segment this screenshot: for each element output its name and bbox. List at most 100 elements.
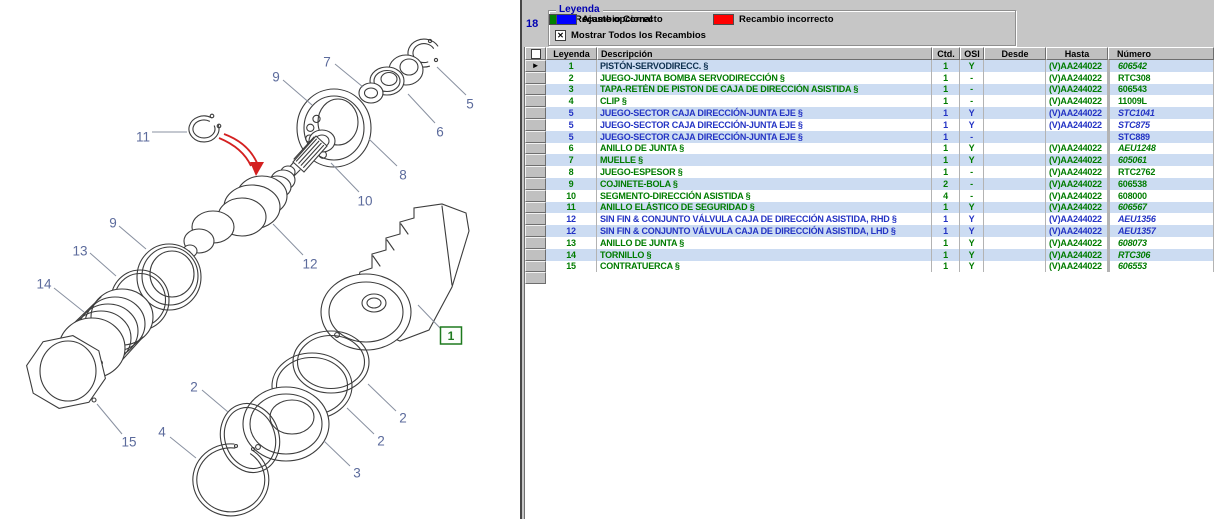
table-row[interactable]: 5JUEGO-SECTOR CAJA DIRECCIÓN-JUNTA EJE §… <box>525 107 1214 119</box>
callout-label: 6 <box>436 125 444 140</box>
callout-label: 12 <box>302 257 317 272</box>
cell-hasta: (V)AA244022 <box>1046 202 1108 214</box>
cell-desde <box>984 60 1046 72</box>
cell-leyenda: 13 <box>546 237 597 249</box>
row-selector-cell[interactable] <box>525 190 546 202</box>
cell-hasta: (V)AA244022 <box>1046 95 1108 107</box>
column-header-hasta[interactable]: Hasta <box>1046 47 1108 60</box>
column-header-descripcion[interactable]: Descripción <box>597 47 932 60</box>
table-row[interactable]: 3TAPA-RETÉN DE PISTON DE CAJA DE DIRECCI… <box>525 84 1214 96</box>
callout-label: 2 <box>377 434 385 449</box>
cell-ctd: 4 <box>932 190 960 202</box>
cell-leyenda: 12 <box>546 225 597 237</box>
cell-ctd: 2 <box>932 178 960 190</box>
cell-hasta: (V)AA244022 <box>1046 237 1108 249</box>
cell-leyenda: 4 <box>546 95 597 107</box>
cell-ctd: 1 <box>932 213 960 225</box>
row-selector-cell[interactable] <box>525 202 546 214</box>
row-selector-cell[interactable] <box>525 72 546 84</box>
row-selector-cell[interactable] <box>525 237 546 249</box>
callout-label: 11 <box>136 130 150 145</box>
table-row[interactable]: 11ANILLO ELÁSTICO DE SEGURIDAD §1Y(V)AA2… <box>525 202 1214 214</box>
table-row[interactable]: 14TORNILLO §1Y(V)AA244022RTC306 <box>525 249 1214 261</box>
cell-numero: STC1041 <box>1108 107 1214 119</box>
callout-leader-line <box>369 139 397 166</box>
parts-panel: 18 Leyenda Recambio CorrectoAjuste opcio… <box>520 0 1214 519</box>
table-row[interactable]: 2JUEGO-JUNTA BOMBA SERVODIRECCIÓN §1-(V)… <box>525 72 1214 84</box>
cell-desde <box>984 202 1046 214</box>
cell-hasta: (V)AA244022 <box>1046 225 1108 237</box>
callout-label: 2 <box>399 411 407 426</box>
callout-label: 9 <box>272 70 280 85</box>
cell-ctd: 1 <box>932 249 960 261</box>
row-selector-cell[interactable] <box>525 95 546 107</box>
cell-desde <box>984 190 1046 202</box>
cell-hasta: (V)AA244022 <box>1046 154 1108 166</box>
callout-leader-line <box>283 80 312 105</box>
table-row[interactable]: ►1PISTÓN-SERVODIRECC. §1Y(V)AA2440226065… <box>525 60 1214 72</box>
column-header-numero[interactable]: Número <box>1108 47 1214 60</box>
column-header-ctd[interactable]: Ctd. <box>932 47 960 60</box>
cell-ctd: 1 <box>932 202 960 214</box>
cell-desde <box>984 178 1046 190</box>
row-selector-cell[interactable] <box>525 107 546 119</box>
row-selector-cell[interactable] <box>525 213 546 225</box>
column-header-osi[interactable]: OSI <box>960 47 984 60</box>
cell-descripcion: ANILLO ELÁSTICO DE SEGURIDAD § <box>597 202 932 214</box>
row-selector-header[interactable] <box>525 47 546 60</box>
cell-hasta: (V)AA244022 <box>1046 119 1108 131</box>
row-selector-cell[interactable] <box>525 249 546 261</box>
table-row[interactable]: 13ANILLO DE JUNTA §1Y(V)AA244022608073 <box>525 237 1214 249</box>
row-selector-cell[interactable] <box>525 131 546 143</box>
row-selector-cell[interactable]: ► <box>525 60 546 72</box>
row-selector-cell[interactable] <box>525 84 546 96</box>
cell-numero: 608000 <box>1108 190 1214 202</box>
show-all-parts-checkbox[interactable]: ✕ <box>555 30 566 41</box>
callout-leader-line <box>90 253 116 276</box>
table-row[interactable]: 4CLIP §1-(V)AA24402211009L <box>525 95 1214 107</box>
checkbox-check-icon: ✕ <box>557 31 564 40</box>
row-selector-cell[interactable] <box>525 166 546 178</box>
table-row[interactable]: 5JUEGO-SECTOR CAJA DIRECCIÓN-JUNTA EJE §… <box>525 131 1214 143</box>
row-selector-cell[interactable] <box>525 225 546 237</box>
table-row[interactable]: 8JUEGO-ESPESOR §1-(V)AA244022RTC2762 <box>525 166 1214 178</box>
cell-hasta: (V)AA244022 <box>1046 60 1108 72</box>
table-row[interactable]: 12SIN FIN & CONJUNTO VÁLVULA CAJA DE DIR… <box>525 213 1214 225</box>
column-header-leyenda[interactable]: Leyenda <box>546 47 597 60</box>
table-row[interactable]: 6ANILLO DE JUNTA §1Y(V)AA244022AEU1248 <box>525 143 1214 155</box>
callout-label: 2 <box>190 380 198 395</box>
cell-descripcion: JUEGO-ESPESOR § <box>597 166 932 178</box>
callout-label[interactable]: 1 <box>448 329 455 343</box>
cell-desde <box>984 72 1046 84</box>
row-selector-cell[interactable] <box>525 178 546 190</box>
row-selector-cell[interactable] <box>525 261 546 273</box>
row-selector-cell[interactable] <box>525 143 546 155</box>
column-header-desde[interactable]: Desde <box>984 47 1046 60</box>
table-row[interactable]: 12SIN FIN & CONJUNTO VÁLVULA CAJA DE DIR… <box>525 225 1214 237</box>
cell-descripcion: CONTRATUERCA § <box>597 261 932 273</box>
cell-leyenda: 5 <box>546 131 597 143</box>
callout-leader-line <box>347 408 374 434</box>
table-row[interactable]: 5JUEGO-SECTOR CAJA DIRECCIÓN-JUNTA EJE §… <box>525 119 1214 131</box>
callout-leader-line <box>119 226 146 249</box>
cell-numero: AEU1248 <box>1108 143 1214 155</box>
cell-osi: Y <box>960 60 984 72</box>
cell-descripcion: SEGMENTO-DIRECCIÓN ASISTIDA § <box>597 190 932 202</box>
table-row[interactable]: 15CONTRATUERCA §1Y(V)AA244022606553 <box>525 261 1214 273</box>
cell-osi: - <box>960 178 984 190</box>
cell-numero: 606542 <box>1108 60 1214 72</box>
table-row[interactable]: 10SEGMENTO-DIRECCIÓN ASISTIDA §4-(V)AA24… <box>525 190 1214 202</box>
cell-desde <box>984 213 1046 225</box>
table-row[interactable]: 7MUELLE §1Y(V)AA244022605061 <box>525 154 1214 166</box>
callout-label: 13 <box>72 244 87 259</box>
row-selector-cell[interactable] <box>525 119 546 131</box>
row-selector-cell[interactable] <box>525 154 546 166</box>
callout-leader-line <box>273 224 303 255</box>
callout-label: 4 <box>158 425 166 440</box>
table-row[interactable]: 9COJINETE-BOLA §2-(V)AA244022606538 <box>525 178 1214 190</box>
cell-osi: Y <box>960 213 984 225</box>
cell-descripcion: ANILLO DE JUNTA § <box>597 237 932 249</box>
cell-desde <box>984 119 1046 131</box>
cell-osi: - <box>960 95 984 107</box>
cell-desde <box>984 237 1046 249</box>
